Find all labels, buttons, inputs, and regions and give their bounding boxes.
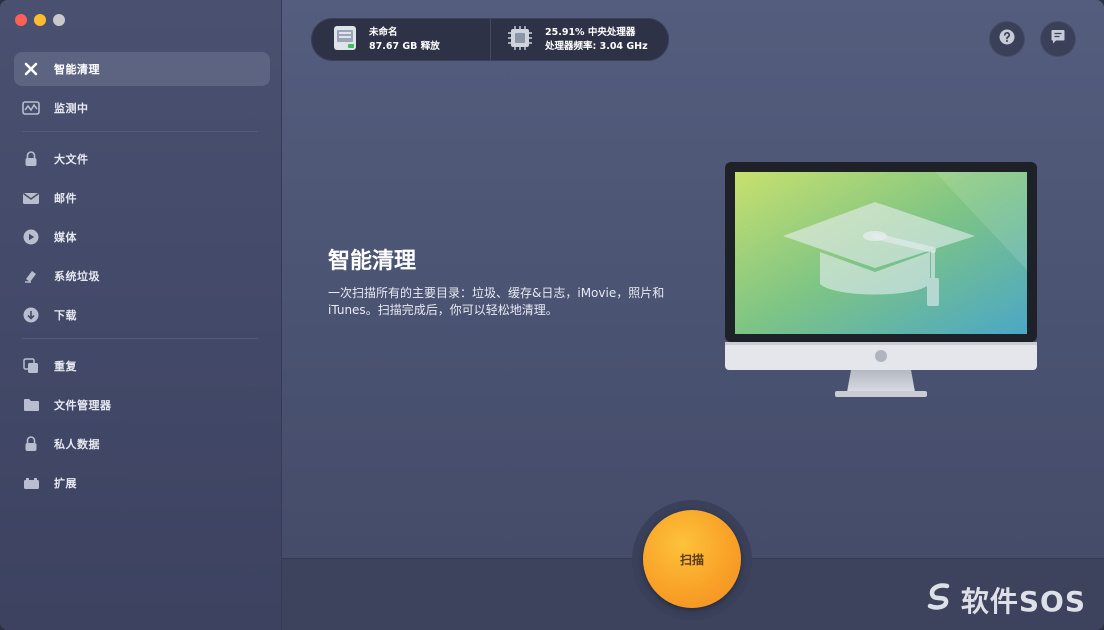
x-icon xyxy=(22,60,40,78)
sidebar-item-label: 下载 xyxy=(54,309,77,322)
sidebar-item-downloads[interactable]: 下载 xyxy=(14,298,270,332)
scan-button[interactable]: 扫描 xyxy=(643,510,741,608)
watermark: 软件SOS xyxy=(925,580,1086,620)
system-status-bar: 未命名 87.67 GB 释放 25.91% 中央处理器 处理器频率: 3.04… xyxy=(311,18,669,61)
sidebar-item-label: 邮件 xyxy=(54,192,77,205)
disk-free: 87.67 GB 释放 xyxy=(369,40,440,52)
main-panel: 未命名 87.67 GB 释放 25.91% 中央处理器 处理器频率: 3.04… xyxy=(282,0,1104,630)
play-icon xyxy=(22,228,40,246)
help-icon xyxy=(999,29,1015,49)
sidebar-item-label: 私人数据 xyxy=(54,438,100,451)
sidebar-item-label: 智能清理 xyxy=(54,63,100,76)
sidebar-item-label: 系统垃圾 xyxy=(54,270,100,283)
sidebar-item-label: 重复 xyxy=(54,360,77,373)
sidebar-item-label: 扩展 xyxy=(54,477,77,490)
duplicate-icon xyxy=(22,357,40,375)
watermark-text: 软件SOS xyxy=(960,585,1086,618)
zoom-button[interactable] xyxy=(53,14,65,26)
cpu-frequency: 处理器频率: 3.04 GHz xyxy=(545,40,648,52)
sidebar-item-label: 文件管理器 xyxy=(54,399,112,412)
sidebar-item-mail[interactable]: 邮件 xyxy=(14,181,270,215)
disk-status: 未命名 87.67 GB 释放 xyxy=(311,18,491,61)
cpu-status: 25.91% 中央处理器 处理器频率: 3.04 GHz xyxy=(491,18,648,61)
sidebar: 智能清理 监测中 大文件 邮件 媒体 系统垃圾 下载 重复 文件管理器 私人数据… xyxy=(0,0,282,630)
download-icon xyxy=(22,306,40,324)
cpu-usage: 25.91% 中央处理器 xyxy=(545,26,636,38)
sidebar-item-label: 大文件 xyxy=(54,153,89,166)
disk-icon xyxy=(333,25,357,55)
close-button[interactable] xyxy=(15,14,27,26)
sidebar-item-monitoring[interactable]: 监测中 xyxy=(14,91,270,125)
cpu-icon xyxy=(507,25,533,55)
help-button[interactable] xyxy=(990,22,1024,56)
sidebar-item-private-data[interactable]: 私人数据 xyxy=(14,427,270,461)
lock-icon xyxy=(22,150,40,168)
page-description: 一次扫描所有的主要目录：垃圾、缓存&日志，iMovie，照片和iTunes。扫描… xyxy=(328,286,665,317)
minimize-button[interactable] xyxy=(34,14,46,26)
divider xyxy=(22,338,258,339)
monitor-icon xyxy=(22,99,40,117)
feedback-button[interactable] xyxy=(1041,22,1075,56)
sidebar-item-smart-cleanup[interactable]: 智能清理 xyxy=(14,52,270,86)
sidebar-item-label: 媒体 xyxy=(54,231,77,244)
sidebar-item-file-manager[interactable]: 文件管理器 xyxy=(14,388,270,422)
chat-icon xyxy=(1050,29,1066,49)
page-title: 智能清理 xyxy=(328,249,417,274)
sidebar-item-extensions[interactable]: 扩展 xyxy=(14,466,270,500)
divider xyxy=(22,131,258,132)
mail-icon xyxy=(22,189,40,207)
lock-icon xyxy=(22,435,40,453)
app-window: 智能清理 监测中 大文件 邮件 媒体 系统垃圾 下载 重复 文件管理器 私人数据… xyxy=(0,0,1104,630)
disk-name: 未命名 xyxy=(369,26,398,38)
window-controls xyxy=(15,14,65,26)
extension-icon xyxy=(22,474,40,492)
sidebar-item-large-files[interactable]: 大文件 xyxy=(14,142,270,176)
eraser-icon xyxy=(22,267,40,285)
sidebar-item-label: 监测中 xyxy=(54,102,89,115)
folder-icon xyxy=(22,396,40,414)
sidebar-nav: 智能清理 监测中 大文件 邮件 媒体 系统垃圾 下载 重复 文件管理器 私人数据… xyxy=(14,52,270,505)
scan-button-label: 扫描 xyxy=(679,552,704,567)
sidebar-item-media[interactable]: 媒体 xyxy=(14,220,270,254)
sidebar-item-duplicates[interactable]: 重复 xyxy=(14,349,270,383)
imac-illustration xyxy=(725,160,1037,404)
watermark-logo-icon xyxy=(925,582,955,619)
sidebar-item-system-junk[interactable]: 系统垃圾 xyxy=(14,259,270,293)
